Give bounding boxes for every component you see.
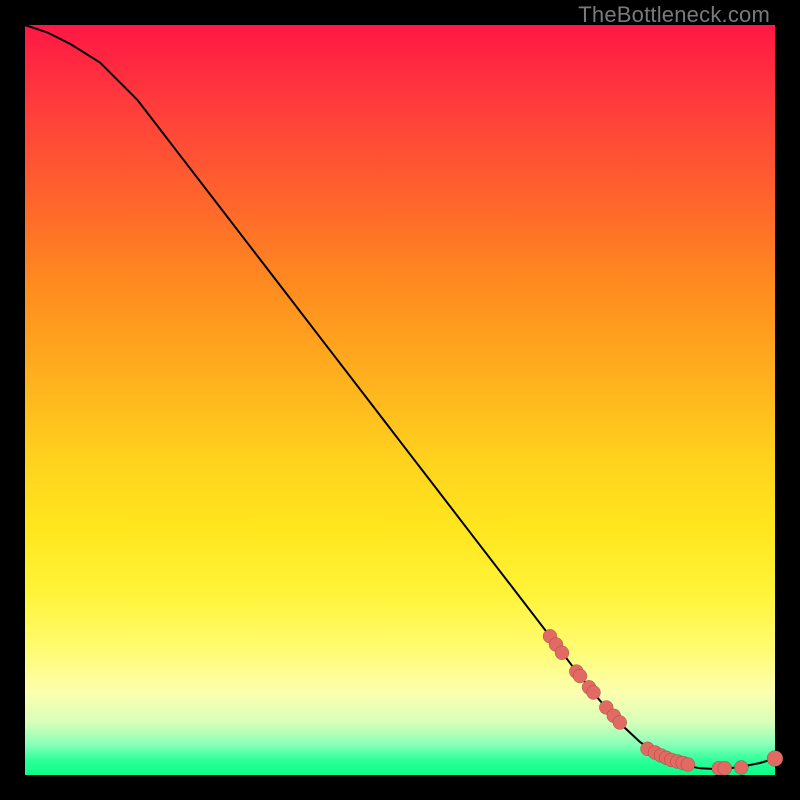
data-point	[767, 751, 783, 767]
data-point	[718, 761, 732, 775]
chart-svg	[25, 25, 775, 775]
marker-group	[543, 629, 783, 775]
data-point	[573, 669, 587, 683]
data-point	[587, 686, 601, 700]
data-point	[555, 646, 569, 660]
data-point	[613, 716, 627, 730]
data-point	[681, 758, 695, 772]
line-series	[25, 25, 775, 769]
data-point	[734, 761, 748, 775]
